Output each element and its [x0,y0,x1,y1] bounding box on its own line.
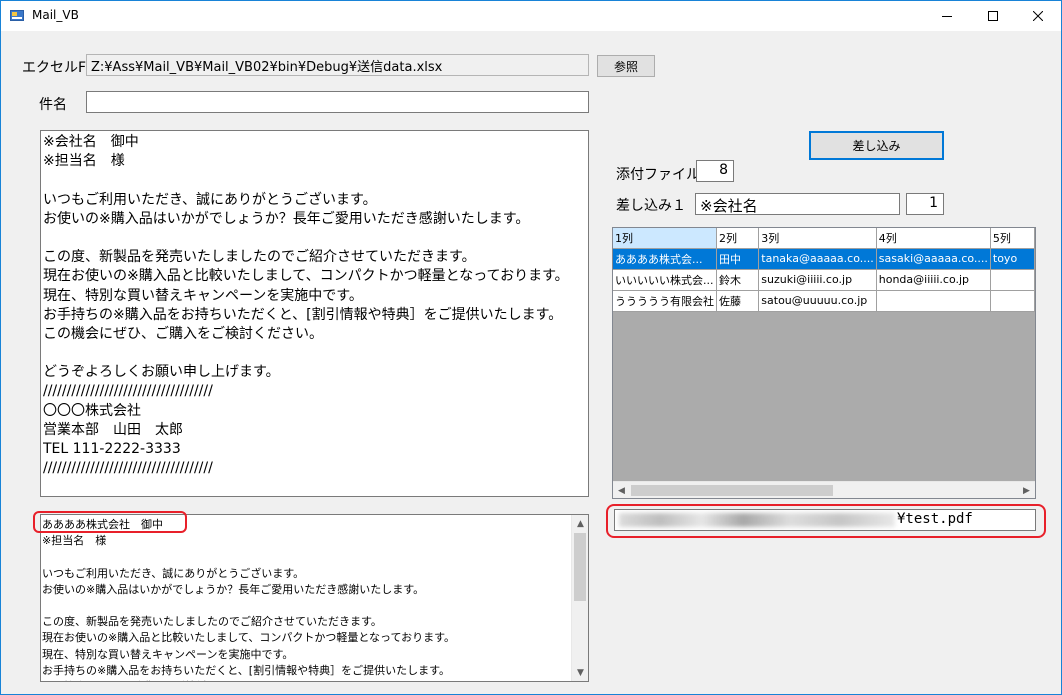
merged-company-highlight [33,511,187,533]
template-line: いつもご利用いただき、誠にありがとうございます。 [43,191,377,208]
template-line: //////////////////////////////////// [43,383,213,400]
template-line: この度、新製品を発売いたしましたのでご紹介させていただきます。 [43,249,476,266]
grid-horizontal-scrollbar[interactable]: ◀ ▶ [613,481,1035,498]
grid-scroll-thumb[interactable] [631,485,833,496]
template-line: どうぞよろしくお願い申し上げます。 [43,364,280,381]
grid-cell[interactable]: 鈴木 [716,269,760,291]
scroll-down-icon[interactable]: ▼ [572,664,588,681]
template-lines: ※会社名 御中 ※担当名 様いつもご利用いただき、誠にありがとうございます。お使い… [41,131,588,480]
template-line: お使いの※購入品はいかがでしょうか？長年ご愛用いただき感謝いたします。 [43,210,530,227]
scroll-up-icon[interactable]: ▲ [572,515,588,532]
grid-cell[interactable] [990,269,1035,291]
template-line [43,171,586,190]
preview-body-textarea[interactable]: ああああ株式会社 御中 ※担当名 様いつもご利用いただき、誠にありがとうございます… [40,514,589,682]
app-icon [10,10,24,21]
grid-cell[interactable]: sasaki@aaaaa.co.... [876,248,991,270]
template-line [43,344,586,363]
maximize-button[interactable] [970,1,1016,31]
grid-cell[interactable]: honda@iiiii.co.jp [876,269,991,291]
grid-cell[interactable]: 田中 [716,248,760,270]
preview-line [42,598,570,614]
excel-path-field[interactable]: Z:¥Ass¥Mail_VB¥Mail_VB02¥bin¥Debug¥送信dat… [86,54,589,76]
template-line: ※会社名 御中 [43,134,139,150]
template-line [43,229,586,248]
grid-row[interactable]: ううううう有限会社 佐藤 satou@uuuuu.co.jp [613,290,1035,312]
maximize-icon [988,11,998,21]
data-grid-table: 1列 2列 3列 4列 5列 ああああ株式会... 田中 tanaka@aaaaa.co..… [613,228,1035,312]
template-line: ※担当名 様 [43,153,125,170]
main-window: Mail_VB エクセルF Z:¥Ass¥Mail_VB¥Mail_VB02¥b… [0,0,1062,695]
template-line: TEL 111-2222-3333 [43,441,181,457]
grid-cell[interactable]: 佐藤 [716,290,760,312]
title-bar[interactable]: Mail_VB [1,1,1061,31]
preview-line: 現在、特別な買い替えキャンペーンを実施中です。 [42,647,294,661]
grid-column-header[interactable]: 5列 [990,228,1035,249]
template-line: 〇〇〇株式会社 [43,402,141,419]
grid-column-header[interactable]: 3列 [758,228,877,249]
preview-vertical-scrollbar[interactable]: ▲ ▼ [571,515,588,681]
close-button[interactable] [1015,1,1061,31]
grid-column-header[interactable]: 4列 [876,228,991,249]
window-title: Mail_VB [32,8,79,22]
preview-line: いつもご利用いただき、誠にありがとうございます。 [42,566,305,580]
template-line: 現在お使いの※購入品と比較いたしまして、コンパクトかつ軽量となっております。 [43,268,569,285]
scroll-left-icon[interactable]: ◀ [613,482,630,498]
grid-cell[interactable]: tanaka@aaaaa.co.... [758,248,877,270]
preview-line: ※担当名 様 [42,534,107,548]
merge1-column-input[interactable]: 1 [906,193,944,215]
template-line: 現在、特別な買い替えキャンペーンを実施中です。 [43,287,363,304]
scroll-thumb[interactable] [574,533,586,601]
preview-line: お使いの※購入品はいかがでしょうか？長年ご愛用いただき感謝いたします。 [42,582,425,596]
template-line: 営業本部 山田 太郎 [43,421,183,438]
template-body-textarea[interactable]: ※会社名 御中 ※担当名 様いつもご利用いただき、誠にありがとうございます。お使い… [40,130,589,497]
merge1-label: 差し込み１ [616,198,686,214]
grid-cell[interactable]: suzuki@iiiii.co.jp [758,269,877,291]
preview-line [42,549,570,565]
grid-cell[interactable]: ああああ株式会... [613,248,717,270]
preview-line: この機会にぜひ、ご購入をご検討ください。 [42,679,570,681]
minimize-icon [942,16,952,17]
grid-column-header[interactable]: 1列 [613,228,717,249]
grid-row[interactable]: いいいいい株式会... 鈴木 suzuki@iiiii.co.jp honda@iii… [613,269,1035,291]
subject-label: 件名 [39,97,67,113]
grid-row[interactable]: ああああ株式会... 田中 tanaka@aaaaa.co.... sasaki@aa… [613,248,1035,270]
preview-line: この度、新製品を発売いたしましたのでご紹介させていただきます。 [42,615,382,629]
grid-cell[interactable] [990,290,1035,312]
data-grid[interactable]: 1列 2列 3列 4列 5列 ああああ株式会... 田中 tanaka@aaaaa.co..… [612,227,1036,499]
preview-lines: ああああ株式会社 御中 ※担当名 様いつもご利用いただき、誠にありがとうございます… [41,515,571,681]
template-line: お手持ちの※購入品をお持ちいただくと、[割引情報や特典］をご提供いたします。 [43,306,563,323]
minimize-button[interactable] [924,1,970,31]
grid-cell[interactable]: toyo [990,248,1035,270]
template-line: //////////////////////////////////// [43,460,213,477]
attachment-path-highlight [606,504,1046,538]
close-icon [1033,11,1043,21]
preview-line: お手持ちの※購入品をお持ちいただくと、[割引情報や特典］をご提供いたします。 [42,663,450,677]
preview-line: 現在お使いの※購入品と比較いたしまして、コンパクトかつ軽量となっております。 [42,631,456,645]
grid-cell[interactable]: いいいいい株式会... [613,269,717,291]
merge-button[interactable]: 差し込み [809,131,944,160]
template-line: この機会にぜひ、ご購入をご検討ください。 [43,325,323,342]
grid-cell[interactable]: satou@uuuuu.co.jp [758,290,877,312]
browse-button[interactable]: 参照 [597,55,655,77]
grid-column-header[interactable]: 2列 [716,228,760,249]
excel-file-label: エクセルF [22,60,87,76]
subject-input[interactable] [86,91,589,113]
scroll-right-icon[interactable]: ▶ [1018,482,1035,498]
grid-cell[interactable] [876,290,991,312]
grid-cell[interactable]: ううううう有限会社 [613,290,717,312]
merge1-placeholder-input[interactable]: ※会社名 [695,193,900,215]
attachment-column-input[interactable]: 8 [696,160,734,182]
